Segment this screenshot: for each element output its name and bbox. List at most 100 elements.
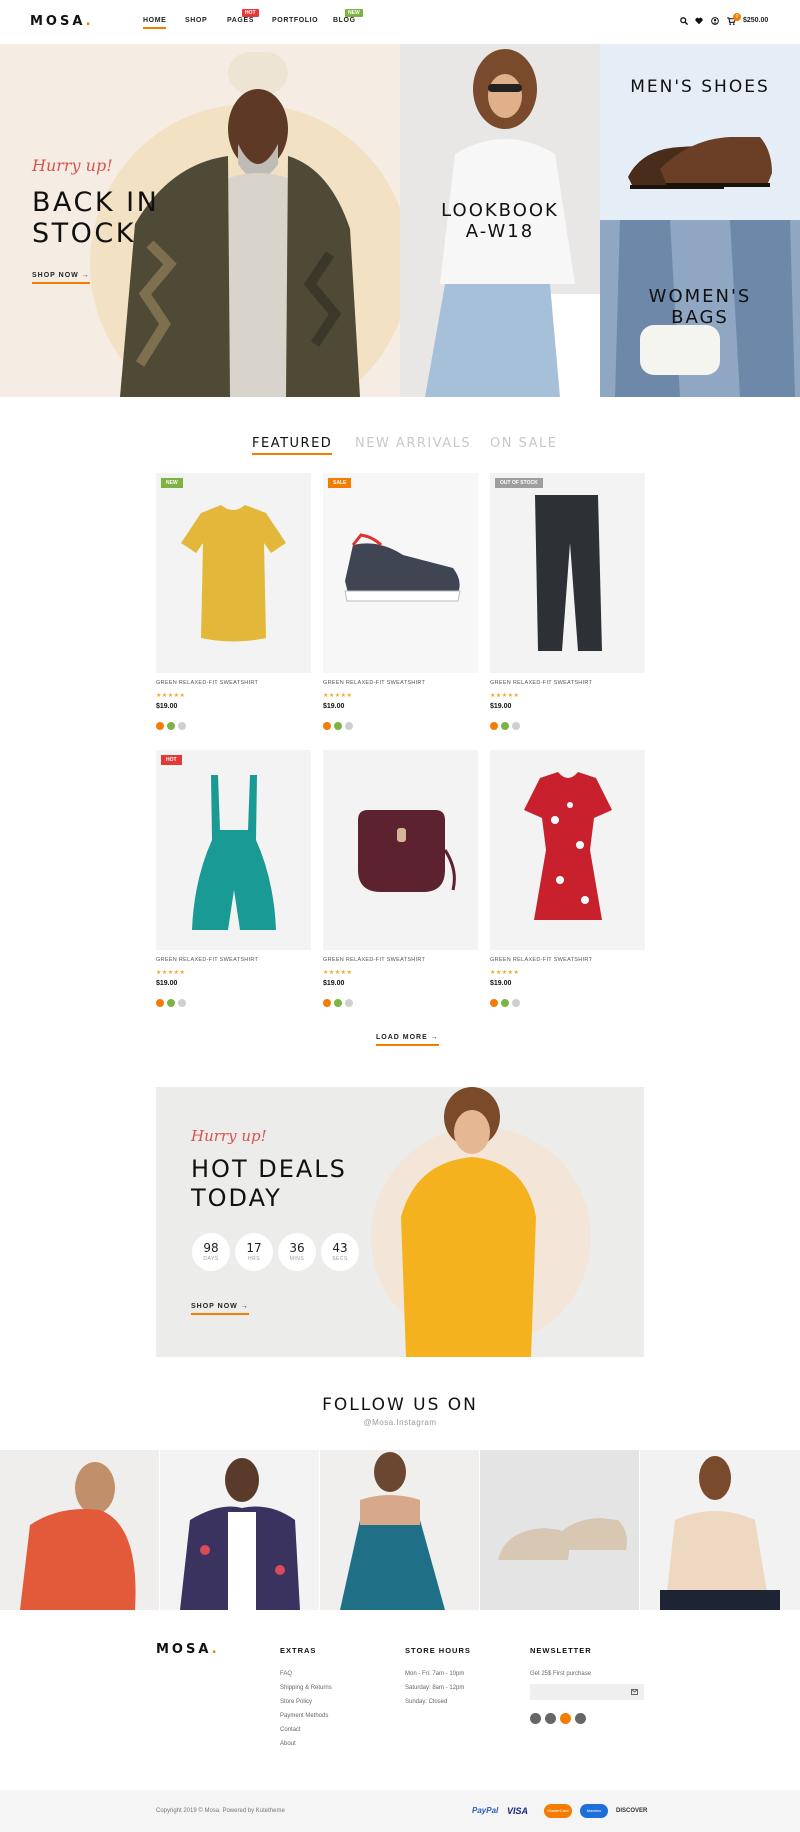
product-price: $19.00: [490, 980, 512, 987]
hero-title: BACK IN STOCK: [32, 187, 160, 249]
pinterest-icon[interactable]: [530, 1713, 541, 1724]
social-icons: [530, 1711, 644, 1729]
deal-shop-now-button[interactable]: SHOP NOW →: [191, 1303, 249, 1315]
tab-featured[interactable]: FEATURED: [252, 436, 333, 455]
color-swatches: [156, 994, 189, 1012]
heart-icon[interactable]: [695, 17, 703, 25]
swatch-green[interactable]: [501, 999, 509, 1007]
mens-shoes-title: MEN'S SHOES: [630, 77, 770, 97]
swatch-green[interactable]: [167, 999, 175, 1007]
hero-womens-bags[interactable]: WOMEN'S BAGS: [600, 220, 800, 397]
product-price: $19.00: [156, 980, 178, 987]
swatch-grey[interactable]: [178, 999, 186, 1007]
nav-pages-badge: HOT: [242, 9, 259, 17]
hero-back-in-stock[interactable]: Hurry up! BACK IN STOCK SHOP NOW →: [0, 44, 400, 397]
footer-bottom-bar: [0, 1790, 800, 1832]
color-swatches: [490, 717, 523, 735]
tab-on-sale[interactable]: ON SALE: [490, 436, 557, 451]
romper-image: [192, 775, 276, 930]
newsletter-email-input[interactable]: [530, 1684, 626, 1700]
instagram-handle[interactable]: @Mosa.Instagram: [0, 1418, 800, 1427]
product-name[interactable]: GREEN RELAXED-FIT SWEATSHIRT: [490, 680, 592, 686]
footer-link[interactable]: Store Policy: [280, 1699, 332, 1705]
swatch-green[interactable]: [334, 999, 342, 1007]
instagram-photo[interactable]: [0, 1450, 159, 1610]
footer-link[interactable]: FAQ: [280, 1671, 332, 1677]
discover-logo: DISCOVER: [616, 1808, 648, 1814]
instagram-photo[interactable]: [480, 1450, 639, 1610]
product-name[interactable]: GREEN RELAXED-FIT SWEATSHIRT: [323, 957, 425, 963]
instagram-photo[interactable]: [160, 1450, 319, 1610]
product-image[interactable]: [490, 473, 645, 673]
search-icon[interactable]: [680, 17, 688, 25]
load-more-button[interactable]: LOAD MORE →: [376, 1034, 439, 1046]
product-name[interactable]: GREEN RELAXED-FIT SWEATSHIRT: [490, 957, 592, 963]
color-swatches: [156, 717, 189, 735]
footer-link[interactable]: Payment Methods: [280, 1713, 332, 1719]
instagram-photo[interactable]: [640, 1450, 800, 1610]
swatch-green[interactable]: [334, 722, 342, 730]
nav-portfolio[interactable]: PORTFOLIO: [272, 17, 318, 24]
swatch-grey[interactable]: [345, 999, 353, 1007]
mastercard-logo: MasterCard: [544, 1804, 572, 1818]
user-icon[interactable]: [711, 17, 719, 25]
mens-shoes-image: [628, 137, 772, 189]
footer-link[interactable]: About: [280, 1741, 332, 1747]
countdown-days: 98 DAYS: [192, 1233, 230, 1271]
product-rating: ★★★★★: [490, 693, 520, 699]
swatch-orange[interactable]: [323, 999, 331, 1007]
swatch-orange[interactable]: [490, 999, 498, 1007]
model-yellow-hoodie-image: [401, 1087, 536, 1357]
hero-mens-shoes[interactable]: MEN'S SHOES: [600, 44, 800, 220]
nav-shop[interactable]: SHOP: [185, 17, 207, 24]
swatch-green[interactable]: [167, 722, 175, 730]
swatch-orange[interactable]: [323, 722, 331, 730]
swatch-orange[interactable]: [156, 999, 164, 1007]
product-name[interactable]: GREEN RELAXED-FIT SWEATSHIRT: [156, 680, 258, 686]
footer-logo[interactable]: MOSA.: [156, 1642, 220, 1657]
hero-shop-now-button[interactable]: SHOP NOW →: [32, 272, 90, 284]
hours-line: Saturday: 8am - 12pm: [405, 1685, 465, 1691]
footer-link[interactable]: Shipping & Returns: [280, 1685, 332, 1691]
tab-new-arrivals[interactable]: NEW ARRIVALS: [355, 436, 471, 451]
nav-home[interactable]: HOME: [143, 17, 167, 29]
instagram-photo[interactable]: [320, 1450, 479, 1610]
swatch-green[interactable]: [501, 722, 509, 730]
mail-icon[interactable]: [631, 1689, 638, 1695]
swatch-orange[interactable]: [490, 722, 498, 730]
hero-kicker: Hurry up!: [32, 156, 113, 175]
footer-extras: EXTRAS FAQ Shipping & Returns Store Poli…: [280, 1646, 332, 1755]
nav-pages[interactable]: PAGES: [227, 17, 254, 24]
product-image[interactable]: [156, 750, 311, 950]
swatch-grey[interactable]: [512, 999, 520, 1007]
orange-jacket-photo: [20, 1462, 136, 1610]
hours-line: Mon - Fri: 7am - 10pm: [405, 1671, 465, 1677]
womens-bags-title: WOMEN'S BAGS: [648, 286, 752, 328]
color-swatches: [323, 717, 356, 735]
youtube-icon[interactable]: [545, 1713, 556, 1724]
tshirt-image: [181, 505, 286, 642]
hours-line: Sunday: Closed: [405, 1699, 448, 1705]
swatch-orange[interactable]: [156, 722, 164, 730]
swatch-grey[interactable]: [178, 722, 186, 730]
product-image[interactable]: [156, 473, 311, 673]
swatch-grey[interactable]: [512, 722, 520, 730]
twitter-icon[interactable]: [575, 1713, 586, 1724]
hero-lookbook[interactable]: LOOKBOOK A-W18: [400, 44, 600, 397]
footer-link[interactable]: Contact: [280, 1727, 332, 1733]
logo[interactable]: MOSA.: [30, 14, 94, 29]
product-name[interactable]: GREEN RELAXED-FIT SWEATSHIRT: [156, 957, 258, 963]
swatch-grey[interactable]: [345, 722, 353, 730]
follow-title: FOLLOW US ON: [322, 1395, 478, 1415]
product-image[interactable]: [490, 750, 645, 950]
product-tag: OUT OF STOCK: [495, 478, 543, 488]
rss-icon[interactable]: [560, 1713, 571, 1724]
lookbook-title: LOOKBOOK A-W18: [441, 200, 559, 242]
footer-newsletter: NEWSLETTER Get 25$ First purchase: [530, 1646, 644, 1729]
visa-logo: VISA: [507, 1806, 529, 1816]
product-name[interactable]: GREEN RELAXED-FIT SWEATSHIRT: [323, 680, 425, 686]
nav-blog[interactable]: BLOG: [333, 17, 356, 24]
product-image[interactable]: [323, 473, 478, 673]
cart-total[interactable]: $250.00: [743, 17, 768, 24]
product-image[interactable]: [323, 750, 478, 950]
